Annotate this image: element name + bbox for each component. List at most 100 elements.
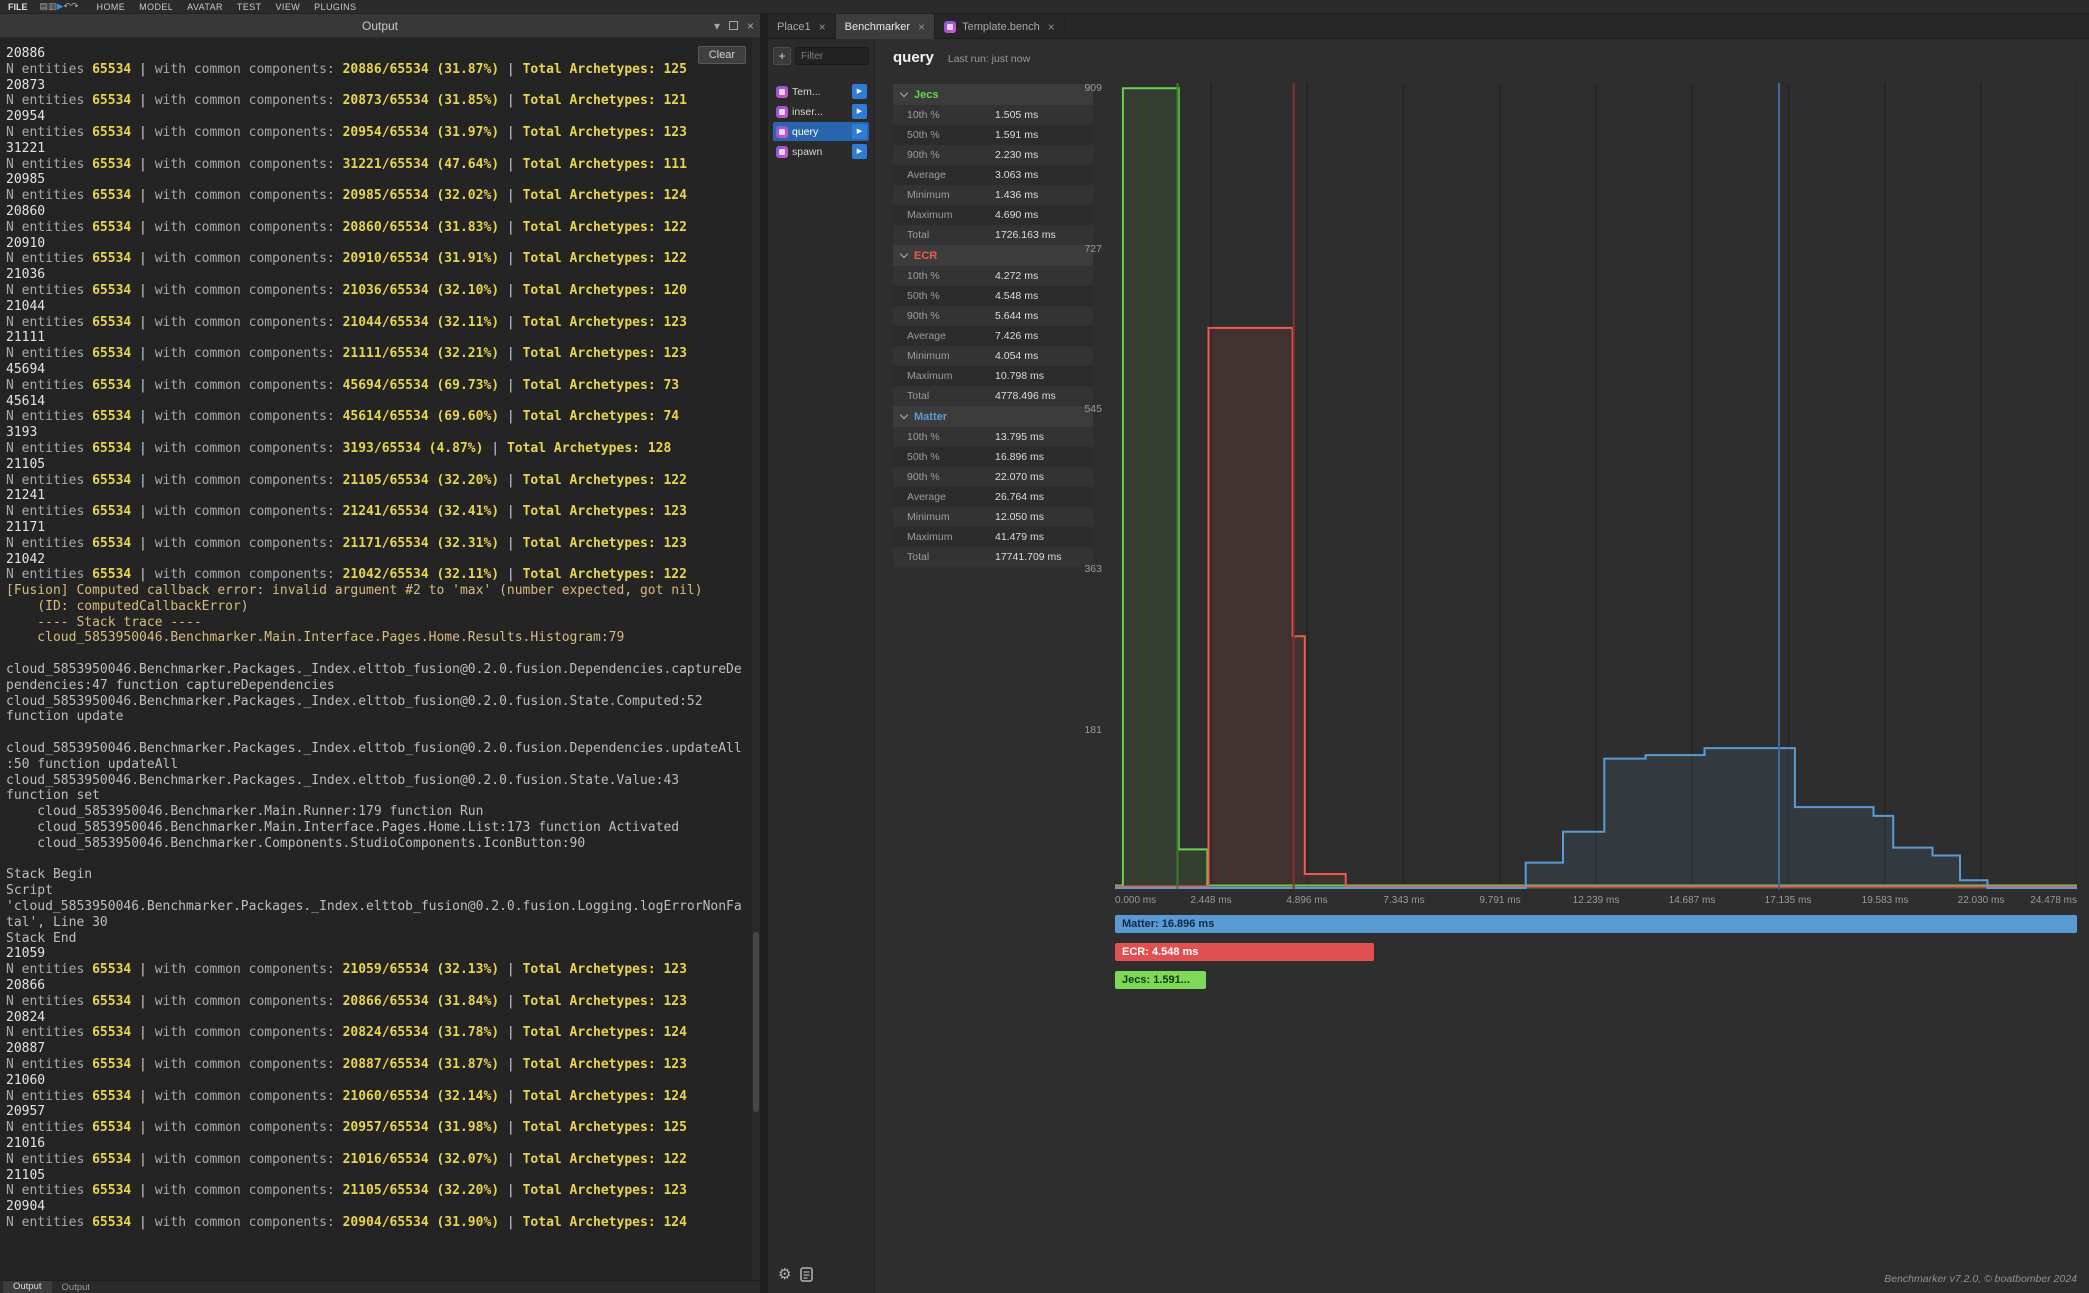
menu-tab-plugins[interactable]: PLUGINS	[314, 2, 356, 12]
console-line: N entities 65534 | with common component…	[6, 378, 752, 394]
bench-item-tem[interactable]: Tem...▶	[773, 82, 869, 101]
console-line: cloud_5853950046.Benchmarker.Main.Interf…	[6, 630, 752, 646]
menu-tab-test[interactable]: TEST	[237, 2, 262, 12]
menu-tab-model[interactable]: MODEL	[139, 2, 173, 12]
console-text: N entities	[6, 994, 92, 1009]
scrollbar-thumb[interactable]	[753, 932, 759, 1112]
console-text: 20910/65534 (31.91%)	[343, 251, 500, 266]
console-text: |	[499, 473, 522, 488]
scrollbar[interactable]	[752, 38, 760, 1280]
console-line: 31221	[6, 141, 752, 157]
console-text: |	[131, 315, 154, 330]
document-icon[interactable]: ▤	[40, 1, 49, 11]
console-line: 21060	[6, 1073, 752, 1089]
console-line: N entities 65534 | with common component…	[6, 994, 752, 1010]
run-benchmark-button[interactable]: ▶	[852, 124, 867, 139]
bench-item-label: inser...	[792, 106, 848, 118]
console-text: Total Archetypes: 121	[523, 93, 687, 108]
console-line: Stack End	[6, 931, 752, 947]
console-text: 65534	[92, 220, 131, 235]
console-text: Total Archetypes: 123	[523, 504, 687, 519]
chevron-down-icon[interactable]: ▾	[714, 20, 720, 32]
console-line: N entities 65534 | with common component…	[6, 1120, 752, 1136]
float-window-icon[interactable]	[729, 20, 738, 32]
run-benchmark-button[interactable]: ▶	[852, 84, 867, 99]
console-text: 45694/65534 (69.73%)	[343, 378, 500, 393]
console-text: N entities	[6, 93, 92, 108]
add-benchmark-button[interactable]: +	[773, 47, 791, 65]
menu-tab-view[interactable]: VIEW	[276, 2, 301, 12]
console-line: 20954	[6, 109, 752, 125]
console-line: cloud_5853950046.Benchmarker.Packages._I…	[6, 773, 752, 789]
console-text: |	[499, 62, 522, 77]
console-text: 65534	[92, 346, 131, 361]
console-text: N entities	[6, 473, 92, 488]
console-text: |	[131, 473, 154, 488]
run-benchmark-button[interactable]: ▶	[852, 144, 867, 159]
menu-tab-avatar[interactable]: AVATAR	[187, 2, 223, 12]
console-line: Script	[6, 883, 752, 899]
menu-file[interactable]: FILE	[8, 2, 28, 12]
console-line: N entities 65534 | with common component…	[6, 93, 752, 109]
console-text: with common components:	[155, 504, 343, 519]
bench-item-query[interactable]: query▶	[773, 122, 869, 141]
console-text: with common components:	[155, 157, 343, 172]
console-line: N entities 65534 | with common component…	[6, 1152, 752, 1168]
close-icon[interactable]: ×	[1048, 20, 1055, 34]
console-line: 20985	[6, 172, 752, 188]
bench-file-icon	[776, 86, 788, 98]
console-log[interactable]: 20886N entities 65534 | with common comp…	[0, 38, 752, 1280]
stats-label: 90th %	[907, 145, 940, 165]
bench-item-inser[interactable]: inser... ▶	[773, 102, 869, 121]
undo-icon[interactable]: ↶	[63, 1, 71, 11]
console-line: N entities 65534 | with common component…	[6, 346, 752, 362]
stats-value: 1726.163 ms	[995, 225, 1056, 245]
x-axis-labels: 0.000 ms2.448 ms4.896 ms7.343 ms9.791 ms…	[1115, 895, 2077, 909]
output-titlebar[interactable]: Output ▾ ×	[0, 14, 760, 38]
tab-benchmarker[interactable]: Benchmarker×	[836, 14, 935, 39]
console-text: |	[131, 409, 154, 424]
stats-value: 5.644 ms	[995, 306, 1038, 326]
tab-template-bench[interactable]: Template.bench×	[935, 14, 1065, 39]
console-text: with common components:	[155, 315, 343, 330]
clear-button[interactable]: Clear	[698, 46, 746, 64]
settings-icon[interactable]: ⚙	[778, 1265, 791, 1283]
console-text: 65534	[92, 1057, 131, 1072]
console-text: |	[131, 441, 154, 456]
save-icon[interactable]: ▥	[48, 1, 57, 11]
console-text: |	[131, 1183, 154, 1198]
menu-bar: FILE ▤▥▶↶↷ HOMEMODELAVATARTESTVIEWPLUGIN…	[0, 0, 2089, 14]
tab-output[interactable]: Output	[3, 1281, 52, 1293]
chevron-down-icon	[900, 250, 908, 258]
console-text: with common components:	[155, 1057, 343, 1072]
stats-value: 4.548 ms	[995, 286, 1038, 306]
console-text: 65534	[92, 1025, 131, 1040]
console-text: 65534	[92, 504, 131, 519]
console-text: |	[131, 994, 154, 1009]
console-text: |	[499, 504, 522, 519]
console-text: 65534	[92, 283, 131, 298]
menu-tab-home[interactable]: HOME	[97, 2, 126, 12]
stats-value: 12.050 ms	[995, 507, 1044, 527]
panel-splitter[interactable]	[760, 14, 768, 1293]
console-line: [Fusion] Computed callback error: invali…	[6, 583, 752, 599]
filter-input[interactable]	[795, 47, 869, 65]
stats-section-name: ECR	[914, 250, 937, 262]
console-text: |	[499, 567, 522, 582]
tab-place1[interactable]: Place1×	[768, 14, 836, 39]
log-icon[interactable]	[800, 1267, 813, 1282]
console-line: 3193	[6, 425, 752, 441]
stats-value: 4.054 ms	[995, 346, 1038, 366]
run-benchmark-button[interactable]: ▶	[852, 104, 867, 119]
close-icon[interactable]: ×	[747, 20, 754, 32]
redo-icon[interactable]: ↷	[71, 1, 79, 11]
close-icon[interactable]: ×	[819, 20, 826, 34]
console-text: Total Archetypes: 125	[523, 62, 687, 77]
y-axis-label: 909	[1060, 82, 1102, 95]
close-icon[interactable]: ×	[918, 20, 925, 34]
bench-item-spawn[interactable]: spawn▶	[773, 142, 869, 161]
console-text: with common components:	[155, 125, 343, 140]
right-region: Place1×Benchmarker×Template.bench× + Tem…	[768, 14, 2089, 1293]
stats-value: 1.505 ms	[995, 105, 1038, 125]
play-icon: ▶	[857, 108, 862, 115]
